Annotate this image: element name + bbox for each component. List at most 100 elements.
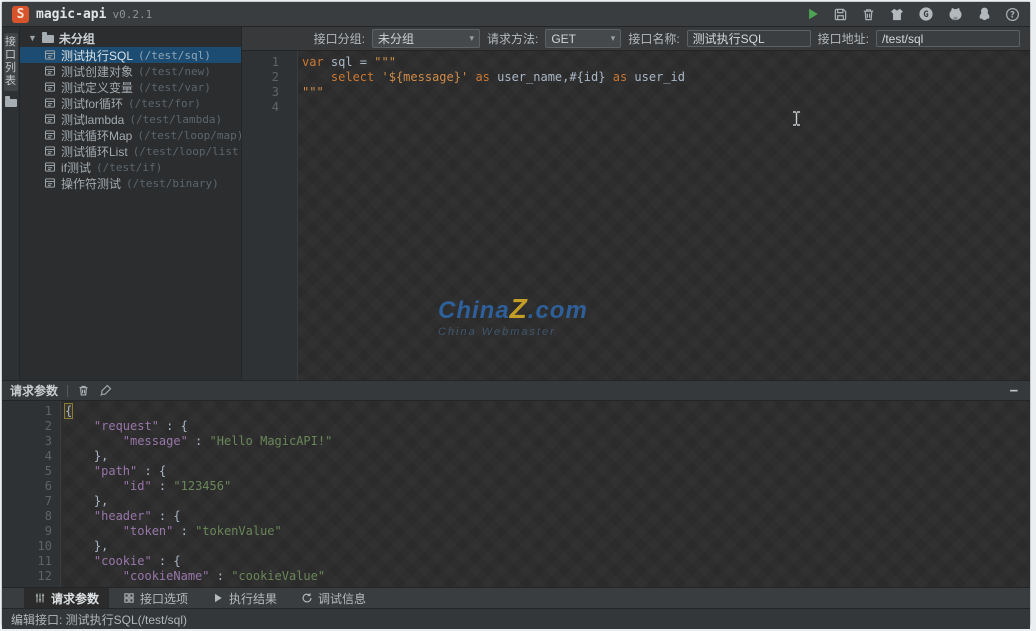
code-line: 6 "id" : "123456"	[2, 479, 1030, 494]
github-button[interactable]	[947, 6, 964, 22]
magic-api-logo: S	[12, 6, 29, 23]
code-line: 4	[242, 100, 1030, 115]
item-name: 测试创建对象	[61, 63, 133, 80]
app-window: S magic-api v0.2.1 G	[2, 2, 1030, 626]
group-select-label: 接口分组:	[314, 30, 365, 47]
grid-icon	[123, 592, 135, 604]
chevron-down-icon: ▾	[469, 33, 474, 44]
divider	[67, 385, 68, 397]
save-button[interactable]	[833, 7, 848, 22]
api-tree-item[interactable]: 测试for循环 (/test/for)	[20, 95, 241, 111]
qq-button[interactable]	[977, 6, 992, 22]
method-select[interactable]: GET▾	[545, 29, 621, 48]
code-line: 3 "message" : "Hello MagicAPI!"	[2, 434, 1030, 449]
api-icon	[44, 161, 56, 173]
api-tree-item[interactable]: 测试循环Map (/test/loop/map)	[20, 127, 241, 143]
api-tree-item[interactable]: 测试执行SQL (/test/sql)	[20, 47, 241, 63]
api-icon	[44, 129, 56, 141]
sidebar-tab-api-list[interactable]: 接口列表	[4, 33, 18, 91]
api-icon	[44, 65, 56, 77]
api-tree-item[interactable]: 测试lambda (/test/lambda)	[20, 111, 241, 127]
item-path: (/test/loop/map)	[137, 129, 242, 142]
api-tree-item[interactable]: 测试定义变量 (/test/var)	[20, 79, 241, 95]
name-input-label: 接口名称:	[628, 30, 679, 47]
bottom-tabs: 请求参数 接口选项 执行结果 调试信息	[2, 587, 1030, 608]
api-icon	[44, 81, 56, 93]
run-button[interactable]	[806, 7, 820, 21]
status-bar: 编辑接口: 测试执行SQL(/test/sql)	[2, 608, 1030, 629]
code-line: 7 },	[2, 494, 1030, 509]
code-line: 8 "header" : {	[2, 509, 1030, 524]
left-tool-strip: 接口列表	[2, 27, 20, 380]
chinaz-watermark: ChinaZ.com China Webmaster	[438, 293, 588, 338]
gitee-button[interactable]: G	[918, 6, 934, 22]
code-line: 1var sql = """	[242, 55, 1030, 70]
item-path: (/test/for)	[128, 97, 201, 110]
svg-text:G: G	[923, 10, 928, 20]
folder-icon	[5, 99, 17, 107]
item-path: (/test/binary)	[126, 177, 219, 190]
code-line: 2 "request" : {	[2, 419, 1030, 434]
tab-api-options[interactable]: 接口选项	[113, 588, 198, 608]
code-line: 2 select '${message}' as user_name,#{id}…	[242, 70, 1030, 85]
tab-run-result[interactable]: 执行结果	[202, 588, 287, 608]
script-editor[interactable]: ChinaZ.com China Webmaster 1var sql = ""…	[242, 51, 1030, 380]
sliders-icon	[34, 592, 46, 604]
api-icon	[44, 177, 56, 189]
item-name: 测试执行SQL	[61, 47, 133, 64]
header-bar: S magic-api v0.2.1 G	[2, 2, 1030, 27]
request-params-header: 请求参数 −	[2, 381, 1030, 401]
panel-title: 请求参数	[10, 382, 58, 399]
api-icon	[44, 97, 56, 109]
method-select-label: 请求方法:	[487, 30, 538, 47]
request-params-panel: 请求参数 − 1{2 "request" : {3 "message" : "H…	[2, 380, 1030, 587]
item-path: (/test/if)	[96, 161, 162, 174]
code-line: 10 },	[2, 539, 1030, 554]
path-input[interactable]	[876, 30, 1020, 47]
tree-group-row[interactable]: ▼ 未分组	[20, 30, 241, 47]
api-icon	[44, 113, 56, 125]
item-path: (/test/new)	[138, 65, 211, 78]
clear-params-button[interactable]	[77, 384, 90, 397]
tab-request-params[interactable]: 请求参数	[24, 588, 109, 608]
code-line: 11 "cookie" : {	[2, 554, 1030, 569]
chevron-down-icon: ▾	[611, 33, 616, 44]
api-tree-item[interactable]: if测试 (/test/if)	[20, 159, 241, 175]
item-path: (/test/loop/list)	[133, 145, 242, 158]
api-icon	[44, 49, 56, 61]
item-path: (/test/var)	[138, 81, 211, 94]
api-icon	[44, 145, 56, 157]
help-button[interactable]: ?	[1005, 7, 1020, 22]
code-line: 12 "cookieName" : "cookieValue"	[2, 569, 1030, 584]
code-line: 5 "path" : {	[2, 464, 1030, 479]
item-name: 测试for循环	[61, 95, 123, 112]
api-tree-item[interactable]: 操作符测试 (/test/binary)	[20, 175, 241, 191]
delete-button[interactable]	[861, 7, 876, 22]
format-code-button[interactable]	[99, 384, 112, 397]
app-title: magic-api	[36, 7, 106, 22]
app-version: v0.2.1	[112, 8, 152, 21]
status-text: 编辑接口: 测试执行SQL(/test/sql)	[11, 611, 187, 628]
refresh-icon	[301, 592, 313, 604]
tab-debug-info[interactable]: 调试信息	[291, 588, 376, 608]
play-icon	[212, 592, 224, 604]
api-tree-item[interactable]: 测试创建对象 (/test/new)	[20, 63, 241, 79]
path-input-label: 接口地址:	[818, 30, 869, 47]
theme-shirt-button[interactable]	[889, 7, 905, 22]
api-tree-item[interactable]: 测试循环List (/test/loop/list)	[20, 143, 241, 159]
code-line: 9 "token" : "tokenValue"	[2, 524, 1030, 539]
api-toolbar: 接口分组: 未分组▾ 请求方法: GET▾ 接口名称: 接口地址:	[242, 27, 1030, 51]
svg-text:?: ?	[1010, 9, 1015, 19]
api-tree: ▼ 未分组 测试执行SQL (/test/sql)	[20, 27, 242, 380]
code-line: 1{	[2, 404, 1030, 419]
params-editor[interactable]: 1{2 "request" : {3 "message" : "Hello Ma…	[2, 401, 1030, 587]
item-name: 测试定义变量	[61, 79, 133, 96]
minimize-panel-button[interactable]: −	[1006, 384, 1022, 398]
item-name: 测试lambda	[61, 111, 124, 128]
group-select[interactable]: 未分组▾	[372, 29, 480, 48]
group-label: 未分组	[59, 30, 95, 47]
code-line: 3"""	[242, 85, 1030, 100]
group-folder-icon	[42, 35, 54, 43]
item-name: 测试循环Map	[61, 127, 132, 144]
name-input[interactable]	[687, 30, 811, 47]
